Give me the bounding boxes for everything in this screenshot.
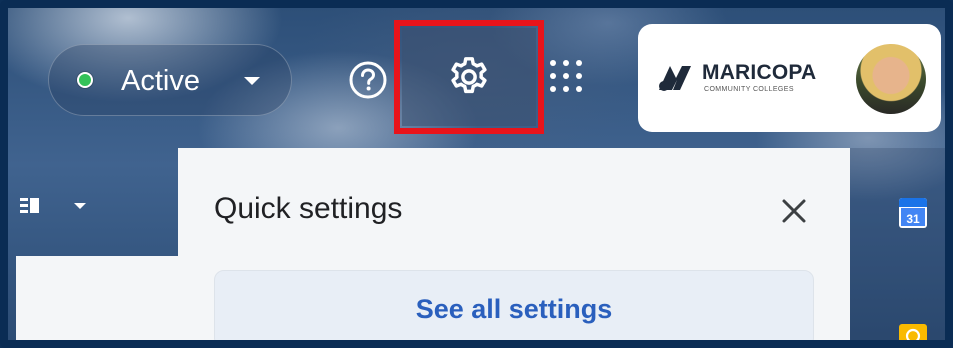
apps-grid-dot [576,60,582,66]
status-dot [77,72,93,88]
apps-grid-dot [563,60,569,66]
org-name: MARICOPA [702,61,817,84]
help-circle-icon [349,61,387,99]
view-toggle-button[interactable] [16,188,96,224]
apps-grid-dot [576,73,582,79]
close-icon [782,199,806,223]
quick-settings-title: Quick settings [214,192,403,225]
calendar-day: 31 [906,212,920,226]
quick-settings-panel: Quick settings See all settings [178,148,850,340]
apps-grid-dot [576,86,582,92]
apps-grid-dot [550,86,556,92]
apps-button[interactable] [548,58,584,94]
calendar-icon[interactable]: 31 [898,196,928,230]
mail-list-area [16,256,178,340]
apps-grid-icon [550,60,556,66]
status-label: Active [121,65,200,97]
settings-highlight-box [394,20,544,134]
side-panel [850,148,945,340]
chevron-down-icon [244,77,260,85]
status-button[interactable]: Active [48,44,292,116]
keep-bulb-icon[interactable] [898,322,928,348]
account-button[interactable]: MARICOPA COMMUNITY COLLEGES [638,24,941,132]
apps-grid-dot [550,73,556,79]
help-button[interactable] [346,58,390,102]
apps-grid-dot [563,86,569,92]
close-button[interactable] [776,193,812,229]
see-all-settings-button[interactable]: See all settings [214,270,814,340]
split-pane-icon [20,198,86,213]
apps-grid-dot [563,73,569,79]
app-frame: Active MARICOPA COMMUNITY COLLEGES Quick… [0,0,953,348]
maricopa-logo [659,66,691,91]
org-subtitle: COMMUNITY COLLEGES [704,86,794,93]
avatar[interactable] [856,44,926,114]
